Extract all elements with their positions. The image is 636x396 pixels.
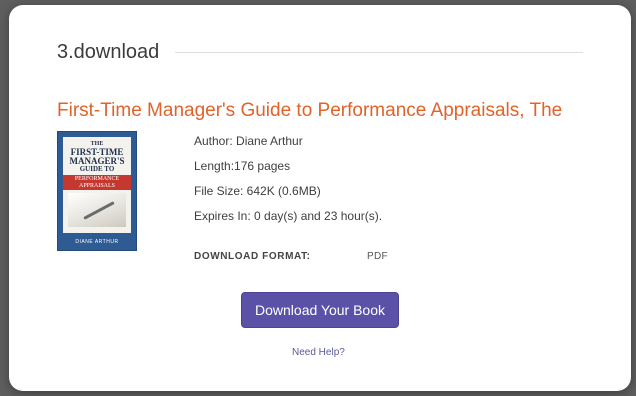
cover-panel: THE FIRST-TIME MANAGER'S GUIDE TO PERFOR… — [63, 137, 131, 233]
need-help-link[interactable]: Need Help? — [292, 347, 345, 358]
cover-author: DIANE ARTHUR — [75, 239, 119, 245]
book-expiry: Expires In: 0 day(s) and 23 hour(s). — [194, 209, 383, 223]
book-length: Length:176 pages — [194, 159, 291, 173]
modal-backdrop: 3.download First-Time Manager's Guide to… — [0, 0, 636, 396]
step-title: 3.download — [57, 40, 160, 63]
download-modal: 3.download First-Time Manager's Guide to… — [9, 5, 631, 391]
book-file-size: File Size: 642K (0.6MB) — [194, 184, 321, 198]
header-divider — [175, 51, 583, 53]
cover-text-line3: GUIDE TO — [79, 165, 115, 173]
book-title: First-Time Manager's Guide to Performanc… — [57, 100, 563, 121]
download-format-value: PDF — [367, 251, 388, 262]
download-book-button[interactable]: Download Your Book — [241, 292, 399, 328]
book-author: Author: Diane Arthur — [194, 134, 303, 148]
book-metadata: Author: Diane Arthur Length:176 pages Fi… — [194, 133, 382, 233]
step-header: 3.download — [57, 37, 583, 67]
cover-band: PERFORMANCE APPRAISALS — [63, 175, 131, 191]
download-format-label: DOWNLOAD FORMAT: — [194, 251, 311, 262]
pen-illustration — [83, 201, 115, 220]
book-cover-image: THE FIRST-TIME MANAGER'S GUIDE TO PERFOR… — [57, 131, 137, 251]
cover-illustration — [68, 193, 126, 228]
download-format-row: DOWNLOAD FORMAT: PDF — [194, 251, 388, 262]
